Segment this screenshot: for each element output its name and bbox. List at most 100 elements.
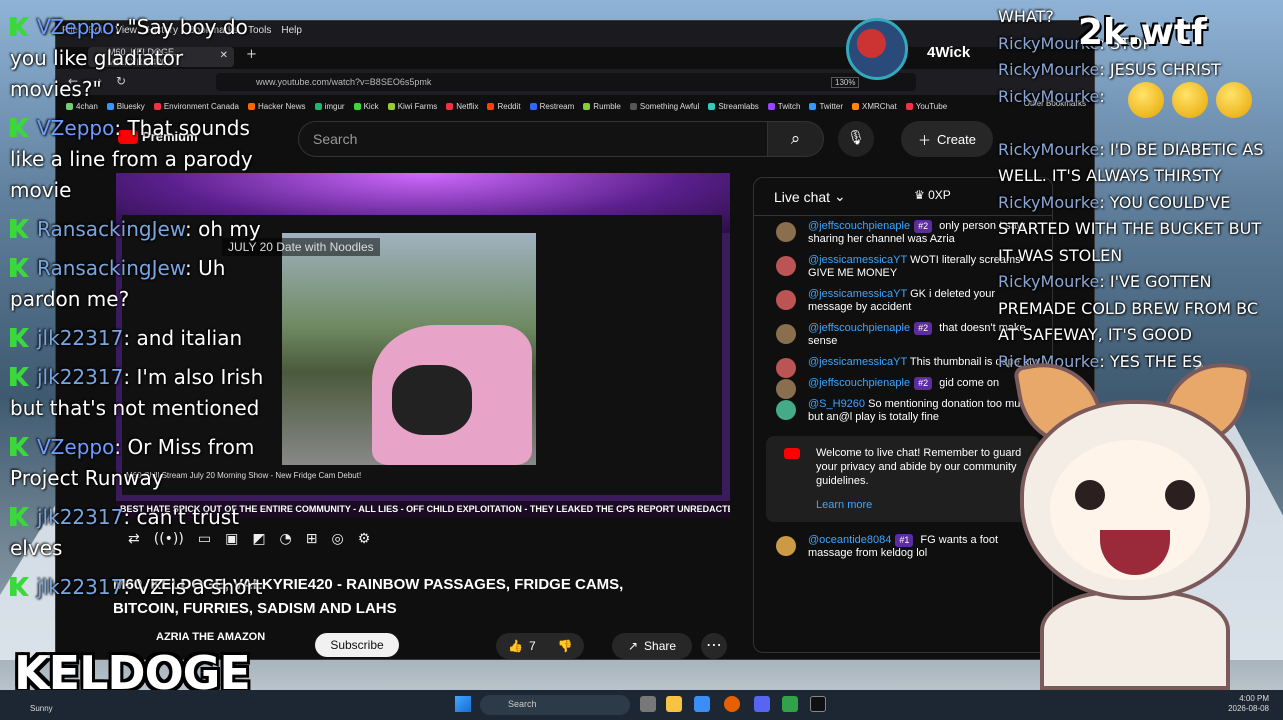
avatar bbox=[776, 324, 796, 344]
kick-icon bbox=[10, 437, 29, 456]
menu-help[interactable]: Help bbox=[281, 25, 302, 36]
overlay-chat-user: jlk22317 bbox=[37, 365, 124, 389]
overlay-chat-user: VZeppo bbox=[37, 116, 115, 140]
streamer-name: 4Wick bbox=[927, 44, 971, 61]
emote-icon bbox=[1172, 82, 1208, 118]
emote-icon bbox=[1216, 82, 1252, 118]
desktop: File Edit View History Bookmarks Tools H… bbox=[0, 0, 1283, 720]
browser-icon[interactable] bbox=[694, 696, 710, 712]
clock-time: 4:00 PM bbox=[1239, 694, 1269, 703]
clock-date: 2026-08-08 bbox=[1228, 704, 1269, 713]
share-icon: ↗ bbox=[627, 639, 639, 653]
bookmark-netflix[interactable]: Netflix bbox=[446, 99, 478, 113]
file-explorer-icon[interactable] bbox=[666, 696, 682, 712]
overlay-chat-user: jlk22317 bbox=[37, 326, 124, 350]
cat-eye bbox=[1165, 480, 1195, 510]
camera-icon[interactable]: ◎ bbox=[332, 531, 344, 547]
chat-author[interactable]: @jeffscouchpienaple bbox=[808, 322, 910, 334]
bookmark-icon bbox=[446, 102, 454, 110]
learn-more-link[interactable]: Learn more bbox=[816, 498, 1028, 512]
microphone-icon[interactable]: 🎙 bbox=[838, 121, 874, 157]
bookmark-icon bbox=[708, 102, 716, 110]
firefox-icon[interactable] bbox=[724, 696, 740, 712]
chat-author[interactable]: @S_H9260 bbox=[808, 398, 865, 410]
chat-author[interactable]: @jeffscouchpienaple bbox=[808, 220, 910, 232]
overlay-chat-message: jlk22317: and italian bbox=[10, 323, 280, 354]
overlay-chat-user: VZeppo bbox=[37, 15, 115, 39]
taskbar-search[interactable]: Search bbox=[480, 695, 630, 715]
kick-icon bbox=[10, 577, 29, 596]
bookmark-kick[interactable]: Kick bbox=[353, 99, 379, 113]
discord-icon[interactable] bbox=[754, 696, 770, 712]
like-button[interactable]: 👍 7 👎 bbox=[496, 633, 584, 659]
youtube-icon bbox=[784, 448, 800, 459]
clock[interactable]: 4:00 PM 2026-08-08 bbox=[1228, 694, 1269, 714]
overlay-chat-message: jlk22317: can't trust elves bbox=[10, 505, 240, 560]
avatar bbox=[776, 536, 796, 556]
rank-badge: #2 bbox=[914, 377, 933, 390]
xp-badge[interactable]: ♛ 0XP bbox=[914, 188, 951, 202]
kick-icon bbox=[10, 367, 29, 386]
avatar bbox=[776, 400, 796, 420]
right-chat-line: RickyMourke: I'VE GOTTEN PREMADE COLD BR… bbox=[998, 272, 1259, 344]
bookmark-restream[interactable]: Restream bbox=[529, 99, 574, 113]
right-overlay-chat: WHAT? RickyMourke: STOP RickyMourke: JES… bbox=[998, 4, 1280, 375]
chat-author[interactable]: @jessicamessicaYT bbox=[808, 356, 907, 368]
bookmark-icon bbox=[529, 102, 537, 110]
bookmark-xmrchat[interactable]: XMRChat bbox=[852, 99, 897, 113]
subscribe-button[interactable]: Subscribe bbox=[315, 633, 399, 657]
bookmark-icon bbox=[387, 102, 395, 110]
chat-text: gid come on bbox=[939, 377, 1000, 389]
chat-author[interactable]: @oceantide8084 bbox=[808, 534, 891, 546]
kick-icon bbox=[10, 328, 29, 347]
overlay-chat-user: jlk22317 bbox=[37, 575, 124, 599]
bookmark-twitter[interactable]: Twitter bbox=[809, 99, 843, 113]
bookmark-icon bbox=[809, 102, 817, 110]
cat-eye bbox=[1075, 480, 1105, 510]
bookmark-streamlabs[interactable]: Streamlabs bbox=[708, 99, 759, 113]
weather-widget[interactable]: Sunny bbox=[30, 704, 53, 713]
more-options-icon[interactable]: ⋯ bbox=[701, 633, 727, 659]
chat-author[interactable]: @jeffscouchpienaple bbox=[808, 377, 910, 389]
search-icon[interactable]: ⌕ bbox=[768, 121, 824, 157]
overlay-chat-user: RansackingJew bbox=[37, 256, 186, 280]
like-count: 7 bbox=[528, 639, 536, 653]
windows-start-icon[interactable] bbox=[455, 696, 471, 712]
bookmark-youtube[interactable]: YouTube bbox=[905, 99, 947, 113]
bookmark-imgur[interactable]: imgur bbox=[314, 99, 345, 113]
bookmark-icon bbox=[905, 102, 913, 110]
thumbs-down-icon[interactable]: 👎 bbox=[558, 639, 573, 653]
camera-object bbox=[392, 365, 472, 435]
create-button[interactable]: ＋ Create bbox=[901, 121, 993, 157]
xp-value: 0XP bbox=[928, 188, 951, 202]
restream-icon[interactable] bbox=[810, 696, 826, 712]
bookmark-reddit[interactable]: Reddit bbox=[487, 99, 521, 113]
overlay-chat-message: jlk22317: I'm also Irish but that's not … bbox=[10, 365, 264, 420]
overlay-chat-message: VZeppo: That sounds like a line from a p… bbox=[10, 116, 253, 202]
overlay-chat-message: VZeppo: Or Miss from Project Runway bbox=[10, 435, 255, 490]
add-icon[interactable]: ⊞ bbox=[306, 531, 318, 547]
address-input[interactable]: www.youtube.com/watch?v=B8SEO6s5pmk bbox=[216, 73, 916, 91]
bookmark-kiwi-farms[interactable]: Kiwi Farms bbox=[387, 99, 437, 113]
overlay-chat-user: jlk22317 bbox=[37, 505, 124, 529]
bookmark-twitch[interactable]: Twitch bbox=[767, 99, 800, 113]
channel-name[interactable]: AZRIA THE AMAZON bbox=[156, 631, 265, 643]
right-chat-user: RickyMourke bbox=[998, 192, 1100, 212]
chat-author[interactable]: @jessicamessicaYT bbox=[808, 254, 907, 266]
chevron-down-icon: ⌄ bbox=[834, 188, 846, 204]
chat-author[interactable]: @jessicamessicaYT bbox=[808, 288, 907, 300]
bookmark-rumble[interactable]: Rumble bbox=[583, 99, 621, 113]
bookmark-something-awful[interactable]: Something Awful bbox=[629, 99, 699, 113]
right-chat-user: RickyMourke bbox=[998, 139, 1100, 159]
avatar bbox=[776, 290, 796, 310]
speed-icon[interactable]: ◔ bbox=[280, 531, 292, 547]
app-icon[interactable] bbox=[782, 696, 798, 712]
cat-body bbox=[1040, 590, 1230, 690]
settings-gear-icon[interactable]: ⚙ bbox=[358, 531, 371, 547]
task-view-icon[interactable] bbox=[640, 696, 656, 712]
kick-icon bbox=[10, 258, 29, 277]
zoom-level[interactable]: 130% bbox=[831, 77, 860, 88]
search-input[interactable]: Search bbox=[298, 121, 768, 157]
share-button[interactable]: ↗ Share bbox=[612, 633, 692, 659]
avatar bbox=[776, 256, 796, 276]
